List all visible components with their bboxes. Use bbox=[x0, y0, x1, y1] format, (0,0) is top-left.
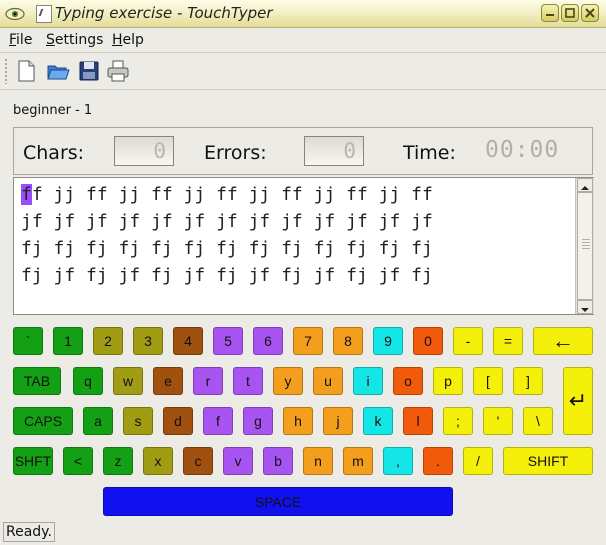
menu-help[interactable]: Help bbox=[112, 32, 144, 48]
key-minus[interactable]: - bbox=[453, 327, 483, 355]
key-q[interactable]: q bbox=[73, 367, 103, 395]
key-backspace[interactable]: ← bbox=[533, 327, 593, 355]
key-d[interactable]: d bbox=[163, 407, 193, 435]
time-label: Time: bbox=[403, 142, 456, 164]
time-display: 00:00 bbox=[485, 137, 560, 163]
key-u[interactable]: u bbox=[313, 367, 343, 395]
key-x[interactable]: x bbox=[143, 447, 173, 475]
exercise-line: jf jf jf jf jf jf jf jf jf jf jf jf jf bbox=[21, 211, 433, 232]
scroll-down-icon[interactable] bbox=[577, 300, 593, 314]
key-comma[interactable]: , bbox=[383, 447, 413, 475]
exercise-line: fj fj fj fj fj fj fj fj fj fj fj fj fj bbox=[21, 238, 433, 259]
key-c[interactable]: c bbox=[183, 447, 213, 475]
maximize-button[interactable] bbox=[561, 4, 579, 22]
key-z[interactable]: z bbox=[103, 447, 133, 475]
key-e[interactable]: e bbox=[153, 367, 183, 395]
menu-settings[interactable]: Settings bbox=[46, 32, 103, 48]
key-↵[interactable]: ↵ bbox=[563, 367, 593, 435]
key-8[interactable]: 8 bbox=[333, 327, 363, 355]
key-w[interactable]: w bbox=[113, 367, 143, 395]
toolbar-grip[interactable] bbox=[4, 58, 8, 84]
key-caps[interactable]: CAPS bbox=[13, 407, 73, 435]
save-icon[interactable] bbox=[77, 59, 101, 83]
status-bar: Ready. bbox=[0, 519, 606, 545]
main-window: Typing exercise - TouchTyper File Settin… bbox=[0, 0, 606, 545]
vertical-scrollbar[interactable] bbox=[575, 178, 594, 314]
key-backtick[interactable]: ` bbox=[13, 327, 43, 355]
key-equals[interactable]: = bbox=[493, 327, 523, 355]
key-t[interactable]: t bbox=[233, 367, 263, 395]
key-l[interactable]: l bbox=[403, 407, 433, 435]
exercise-text-area[interactable]: ff jj ff jj ff jj ff jj ff jj ff jj ff j… bbox=[13, 177, 594, 315]
key-2[interactable]: 2 bbox=[93, 327, 123, 355]
print-icon[interactable] bbox=[106, 59, 130, 83]
exercise-line: ff jj ff jj ff jj ff jj ff jj ff jj ff bbox=[21, 184, 433, 205]
key-m[interactable]: m bbox=[343, 447, 373, 475]
key-backslash[interactable]: \ bbox=[523, 407, 553, 435]
key-6[interactable]: 6 bbox=[253, 327, 283, 355]
menu-bar: File Settings Help bbox=[0, 28, 606, 53]
key-space[interactable]: SPACE bbox=[103, 487, 453, 516]
open-icon[interactable] bbox=[46, 59, 70, 83]
key-shft[interactable]: SHFT bbox=[13, 447, 53, 475]
key-slash[interactable]: / bbox=[463, 447, 493, 475]
menu-file[interactable]: File bbox=[9, 32, 32, 48]
key-shift[interactable]: SHIFT bbox=[503, 447, 593, 475]
key-3[interactable]: 3 bbox=[133, 327, 163, 355]
key-k[interactable]: k bbox=[363, 407, 393, 435]
key-g[interactable]: g bbox=[243, 407, 273, 435]
key-9[interactable]: 9 bbox=[373, 327, 403, 355]
exercise-line: fj jf fj jf fj jf fj jf fj jf fj jf fj bbox=[21, 265, 433, 286]
key-f[interactable]: f bbox=[203, 407, 233, 435]
key-o[interactable]: o bbox=[393, 367, 423, 395]
status-text: Ready. bbox=[3, 522, 55, 542]
key-period[interactable]: . bbox=[423, 447, 453, 475]
scroll-up-icon[interactable] bbox=[577, 178, 593, 192]
key-5[interactable]: 5 bbox=[213, 327, 243, 355]
typing-cursor: f bbox=[21, 184, 32, 205]
toolbar bbox=[0, 53, 606, 90]
key-1[interactable]: 1 bbox=[53, 327, 83, 355]
minimize-button[interactable] bbox=[541, 4, 559, 22]
key-tab[interactable]: TAB bbox=[13, 367, 61, 395]
key-7[interactable]: 7 bbox=[293, 327, 323, 355]
key-n[interactable]: n bbox=[303, 447, 333, 475]
new-icon[interactable] bbox=[14, 59, 38, 83]
close-button[interactable] bbox=[581, 4, 599, 22]
level-label: beginner - 1 bbox=[13, 103, 93, 118]
key-a[interactable]: a bbox=[83, 407, 113, 435]
chars-label: Chars: bbox=[23, 142, 85, 164]
key-y[interactable]: y bbox=[273, 367, 303, 395]
key-i[interactable]: i bbox=[353, 367, 383, 395]
key-p[interactable]: p bbox=[433, 367, 463, 395]
title-bar: Typing exercise - TouchTyper bbox=[0, 0, 606, 28]
errors-counter: 0 bbox=[304, 136, 364, 166]
key-left-bracket[interactable]: [ bbox=[473, 367, 503, 395]
key-v[interactable]: v bbox=[223, 447, 253, 475]
key-j[interactable]: j bbox=[323, 407, 353, 435]
key-4[interactable]: 4 bbox=[173, 327, 203, 355]
key-0[interactable]: 0 bbox=[413, 327, 443, 355]
key-h[interactable]: h bbox=[283, 407, 313, 435]
eye-app-icon[interactable] bbox=[5, 6, 25, 21]
key-quote[interactable]: ' bbox=[483, 407, 513, 435]
document-icon bbox=[36, 5, 52, 23]
key-b[interactable]: b bbox=[263, 447, 293, 475]
key-semicolon[interactable]: ; bbox=[443, 407, 473, 435]
window-title: Typing exercise - TouchTyper bbox=[55, 4, 273, 22]
key-right-bracket[interactable]: ] bbox=[513, 367, 543, 395]
chars-counter: 0 bbox=[114, 136, 174, 166]
errors-label: Errors: bbox=[204, 142, 267, 164]
key-less-than[interactable]: < bbox=[63, 447, 93, 475]
key-r[interactable]: r bbox=[193, 367, 223, 395]
key-s[interactable]: s bbox=[123, 407, 153, 435]
scrollbar-thumb[interactable] bbox=[577, 192, 593, 300]
